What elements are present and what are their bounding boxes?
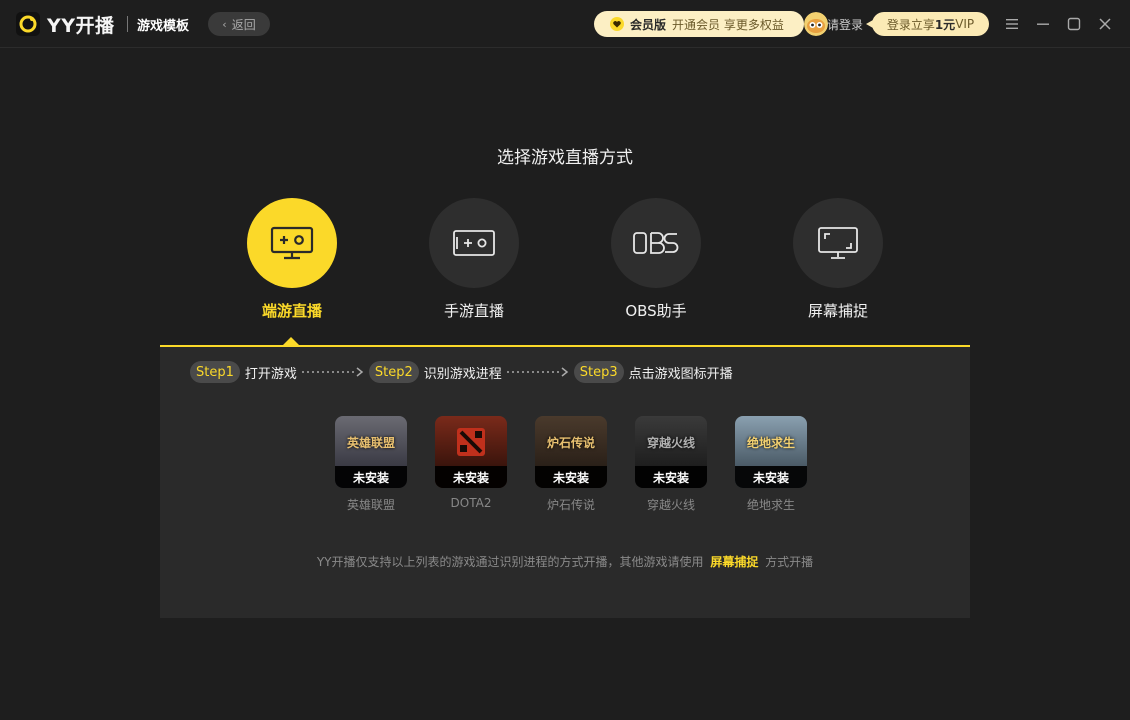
game-item-hearthstone[interactable]: 炉石传说 未安装 炉石传说 — [535, 416, 607, 513]
game-status-badge: 未安装 — [335, 466, 407, 488]
game-thumbnail: 未安装 — [435, 416, 507, 488]
footer-note: YY开播仅支持以上列表的游戏通过识别进程的方式开播，其他游戏请使用 屏幕捕捉 方… — [0, 553, 1130, 570]
step-3-badge: Step3 — [573, 361, 624, 383]
yy-logo-icon — [16, 12, 40, 36]
promo-suffix: VIP — [955, 17, 975, 31]
note-prefix: YY开播仅支持以上列表的游戏通过识别进程的方式开播，其他游戏请使用 — [316, 555, 704, 569]
active-mode-pointer — [283, 337, 299, 345]
game-art-title: 穿越火线 — [646, 436, 695, 450]
dota2-logo-icon — [457, 428, 485, 456]
mode-mobile-game[interactable]: 手游直播 — [414, 198, 534, 321]
game-name: 穿越火线 — [646, 498, 695, 512]
game-art-title: 炉石传说 — [546, 436, 595, 450]
mode-screen-capture-label: 屏幕捕捉 — [807, 302, 868, 320]
game-art-title: 绝地求生 — [746, 436, 795, 450]
game-name: DOTA2 — [450, 496, 492, 510]
vip-heart-icon — [610, 17, 624, 31]
game-item-dota2[interactable]: 未安装 DOTA2 — [435, 416, 507, 513]
pc-game-icon — [270, 226, 314, 260]
note-suffix: 方式开播 — [765, 555, 814, 569]
step-2-badge: Step2 — [368, 361, 419, 383]
game-status-badge: 未安装 — [535, 466, 607, 488]
step-arrow-icon — [506, 367, 568, 377]
mode-pc-game-circle — [247, 198, 337, 288]
vip-title: 会员版 — [630, 17, 667, 32]
obs-icon — [633, 232, 679, 254]
game-item-crossfire[interactable]: 穿越火线 未安装 穿越火线 — [635, 416, 707, 513]
chevron-left-icon: ‹ — [222, 17, 227, 31]
back-button-label: 返回 — [231, 17, 256, 32]
mode-mobile-game-label: 手游直播 — [443, 302, 504, 320]
page-title: 选择游戏直播方式 — [497, 148, 633, 168]
game-name: 绝地求生 — [746, 498, 795, 512]
promo-badge[interactable]: 登录立享 1元 VIP — [866, 12, 989, 36]
menu-icon — [1006, 19, 1018, 29]
step-2-text: 识别游戏进程 — [423, 366, 502, 382]
game-name: 英雄联盟 — [346, 498, 395, 512]
close-icon — [1099, 18, 1111, 30]
mode-screen-capture[interactable]: 屏幕捕捉 — [778, 198, 898, 321]
steps-guide: Step1 打开游戏 Step2 识别游戏进程 Step3 点击游戏图标开播 — [190, 361, 733, 383]
promo-highlight: 1元 — [934, 17, 956, 32]
game-art-title: 英雄联盟 — [346, 436, 395, 450]
mobile-game-icon — [453, 230, 495, 256]
game-status-badge: 未安装 — [635, 466, 707, 488]
game-status-badge: 未安装 — [435, 466, 507, 488]
game-thumbnail: 绝地求生 未安装 — [735, 416, 807, 488]
title-divider — [127, 16, 128, 32]
login-link[interactable]: 请登录 — [827, 16, 863, 33]
close-button[interactable] — [1095, 14, 1115, 34]
mode-pc-game[interactable]: 端游直播 — [232, 198, 352, 321]
mode-obs[interactable]: OBS助手 — [596, 198, 716, 321]
minimize-button[interactable] — [1033, 14, 1053, 34]
step-1-text: 打开游戏 — [244, 366, 297, 382]
step-3-text: 点击游戏图标开播 — [628, 366, 733, 382]
screen-capture-icon — [818, 227, 858, 259]
game-list: 英雄联盟 未安装 英雄联盟 未安装 DOTA2 炉石传说 未安装 炉石传说 穿越… — [335, 416, 807, 513]
screen-capture-link[interactable]: 屏幕捕捉 — [710, 555, 758, 569]
step-arrow-icon — [301, 367, 364, 377]
minimize-icon — [1037, 23, 1049, 25]
mode-obs-circle — [611, 198, 701, 288]
game-status-badge: 未安装 — [735, 466, 807, 488]
back-button[interactable]: ‹ 返回 — [208, 12, 270, 36]
title-bar: YY开播 游戏模板 ‹ 返回 会员版 开通会员 享更多权益 请登录 登录立享 1… — [0, 0, 1130, 48]
mode-pc-game-label: 端游直播 — [261, 302, 322, 320]
mode-screen-capture-circle — [793, 198, 883, 288]
maximize-icon — [1067, 17, 1081, 31]
maximize-button[interactable] — [1064, 14, 1084, 34]
mode-mobile-game-circle — [429, 198, 519, 288]
game-item-lol[interactable]: 英雄联盟 未安装 英雄联盟 — [335, 416, 407, 513]
game-name: 炉石传说 — [546, 498, 595, 512]
brand-name: YY开播 — [47, 15, 115, 37]
game-thumbnail: 英雄联盟 未安装 — [335, 416, 407, 488]
game-thumbnail: 穿越火线 未安装 — [635, 416, 707, 488]
step-1-badge: Step1 — [190, 361, 240, 383]
vip-membership-button[interactable]: 会员版 开通会员 享更多权益 — [594, 11, 804, 37]
game-item-pubg[interactable]: 绝地求生 未安装 绝地求生 — [735, 416, 807, 513]
promo-prefix: 登录立享 — [886, 17, 935, 32]
game-thumbnail: 炉石传说 未安装 — [535, 416, 607, 488]
avatar[interactable] — [804, 12, 828, 36]
section-title: 游戏模板 — [137, 19, 190, 34]
mode-obs-label: OBS助手 — [625, 302, 687, 320]
menu-button[interactable] — [1002, 14, 1022, 34]
vip-desc: 开通会员 享更多权益 — [672, 17, 784, 32]
